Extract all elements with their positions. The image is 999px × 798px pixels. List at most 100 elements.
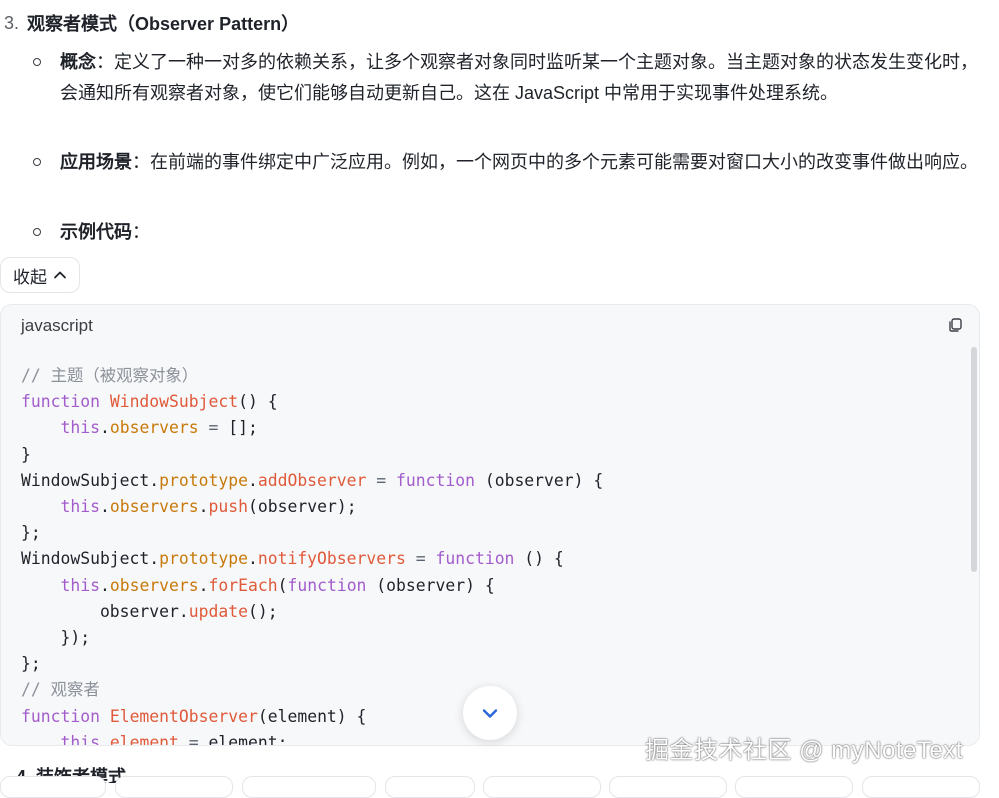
code-token: prototype [159, 470, 248, 490]
chevron-up-icon [54, 271, 66, 279]
bullet-concept: 概念：定义了一种一对多的依赖关系，让多个观察者对象同时监听某一个主题对象。当主题… [33, 47, 981, 108]
code-token: push [208, 497, 249, 517]
code-token: } [21, 444, 31, 464]
code-token: notifyObservers [257, 549, 406, 569]
code-line: WindowSubject.prototype.addObserver = fu… [21, 468, 979, 494]
code-token: = [405, 549, 436, 569]
suggestion-chip[interactable] [483, 776, 601, 798]
code-token: function [21, 706, 100, 726]
code-token: = [178, 732, 209, 745]
code-token: () { [238, 392, 278, 412]
code-token: (observer); [248, 497, 357, 517]
code-token: this [60, 418, 100, 438]
code-token: function [396, 470, 475, 490]
code-token: . [198, 497, 209, 517]
chevron-down-icon [482, 709, 498, 718]
code-token: forEach [208, 575, 278, 595]
code-token: () { [514, 549, 564, 569]
code-language: javascript [21, 316, 93, 335]
code-token: update [188, 601, 248, 621]
section-heading: 3. 观察者模式（Observer Pattern） [4, 8, 299, 38]
code-token: prototype [159, 549, 248, 569]
code-token: ( [277, 575, 288, 595]
code-token: = [198, 418, 229, 438]
section-title: 观察者模式（Observer Pattern） [27, 14, 300, 34]
bullet-label: 示例代码 [60, 222, 132, 242]
code-scrollbar[interactable] [971, 347, 977, 572]
code-token: (); [247, 601, 278, 621]
code-token: function [435, 549, 515, 569]
suggestion-chip[interactable] [115, 776, 233, 798]
code-line: WindowSubject.prototype.notifyObservers … [21, 546, 979, 572]
code-token: . [99, 732, 110, 745]
code-line: }); [21, 625, 979, 651]
copy-icon[interactable] [947, 317, 963, 333]
code-line: } [21, 442, 979, 468]
bullet-label: 应用场景 [60, 152, 132, 172]
collapse-label: 收起 [13, 267, 47, 287]
suggestion-chip[interactable] [862, 776, 980, 798]
code-header: javascript [1, 305, 979, 347]
bullet-example-code: 示例代码： [33, 217, 981, 248]
code-token: this [60, 575, 100, 595]
suggestion-chip[interactable] [385, 776, 475, 798]
code-token: element; [208, 732, 288, 745]
bullet-text: ：在前端的事件绑定中广泛应用。例如，一个网页中的多个元素可能需要对窗口大小的改变… [132, 152, 978, 172]
code-line: this.observers.push(observer); [21, 494, 979, 520]
scroll-to-bottom-button[interactable] [463, 686, 517, 740]
code-line: // 主题（被观察对象） [21, 363, 979, 389]
code-token: . [247, 470, 258, 490]
code-token: = [366, 470, 397, 490]
suggestion-chip[interactable] [0, 776, 106, 798]
code-token: observers [109, 575, 199, 595]
code-line: this.observers = []; [21, 415, 979, 441]
code-token: . [99, 497, 110, 517]
code-line: this.observers.forEach(function (observe… [21, 573, 979, 599]
section-number: 3. [4, 12, 20, 33]
code-token: this [60, 497, 100, 517]
code-token: }; [21, 654, 41, 674]
bullet-use-case: 应用场景：在前端的事件绑定中广泛应用。例如，一个网页中的多个元素可能需要对窗口大… [33, 147, 981, 178]
code-token: ElementObserver [109, 706, 258, 726]
code-token: WindowSubject. [21, 470, 160, 490]
code-block: javascript // 主题（被观察对象） function WindowSu… [0, 304, 980, 746]
code-token: function [287, 575, 367, 595]
code-token: (element) { [257, 706, 367, 726]
code-token: . [247, 549, 258, 569]
code-token: observers [109, 497, 199, 517]
bullet-dot [33, 228, 41, 236]
code-token: }); [21, 628, 91, 648]
code-token: this [60, 732, 100, 745]
code-token: observer. [21, 601, 189, 621]
suggestion-chip[interactable] [242, 776, 376, 798]
code-token: addObserver [257, 470, 367, 490]
bullet-label: 概念 [60, 52, 96, 72]
bullet-text: ：定义了一种一对多的依赖关系，让多个观察者对象同时监听某一个主题对象。当主题对象… [60, 52, 978, 103]
code-token: WindowSubject [109, 392, 239, 412]
code-token: observers [109, 418, 199, 438]
code-line: function WindowSubject() { [21, 389, 979, 415]
suggestion-chips [0, 776, 999, 798]
collapse-button[interactable]: 收起 [0, 257, 80, 293]
code-token: (observer) { [366, 575, 495, 595]
code-token: WindowSubject. [21, 549, 160, 569]
code-line: }; [21, 520, 979, 546]
code-token: // 观察者 [21, 680, 100, 700]
code-line: observer.update(); [21, 599, 979, 625]
suggestion-chip[interactable] [609, 776, 727, 798]
suggestion-chip[interactable] [735, 776, 853, 798]
code-token: []; [228, 418, 258, 438]
bullet-text: ： [132, 222, 150, 242]
code-token: function [21, 392, 100, 412]
code-token: . [99, 575, 110, 595]
code-line: }; [21, 651, 979, 677]
bullet-dot [33, 58, 41, 66]
code-token: }; [21, 523, 41, 543]
watermark: 掘金技术社区 @ myNoteText [645, 737, 963, 764]
